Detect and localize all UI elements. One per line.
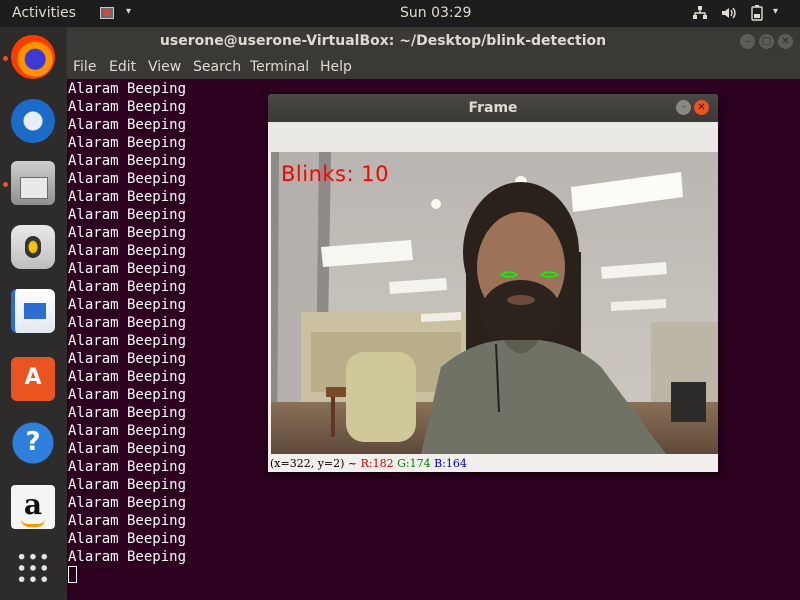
menu-terminal[interactable]: Terminal [250, 59, 309, 75]
system-menu-arrow-icon[interactable]: ▾ [773, 6, 778, 17]
terminal-titlebar[interactable]: userone@userone-VirtualBox: ~/Desktop/bl… [67, 27, 800, 55]
menu-help[interactable]: Help [320, 59, 352, 75]
amazon-icon[interactable]: a [11, 485, 55, 529]
frame-title: Frame [468, 100, 518, 116]
terminal-line: Alaram Beeping [68, 243, 187, 259]
terminal-line: Alaram Beeping [68, 297, 187, 313]
webcam-frame[interactable]: Blinks: 10 [271, 152, 718, 454]
help-icon[interactable]: ? [11, 421, 55, 465]
terminal-line: Alaram Beeping [68, 99, 187, 115]
terminal-line: Alaram Beeping [68, 477, 187, 493]
show-applications-icon[interactable] [16, 551, 50, 585]
network-icon[interactable] [692, 5, 708, 25]
terminal-line: Alaram Beeping [68, 531, 187, 547]
terminal-line: Alaram Beeping [68, 351, 187, 367]
frame-statusbar: (x=322, y=2) ~ R:182 G:174 B:164 [268, 455, 718, 472]
cursor-icon [68, 566, 77, 583]
running-indicator [3, 182, 8, 187]
terminal-line: Alaram Beeping [68, 405, 187, 421]
terminal-line: Alaram Beeping [68, 441, 187, 457]
close-icon[interactable]: ✕ [778, 34, 793, 49]
terminal-line: Alaram Beeping [68, 459, 187, 475]
maximize-icon[interactable]: □ [759, 34, 774, 49]
terminal-line: Alaram Beeping [68, 117, 187, 133]
terminal-line: Alaram Beeping [68, 81, 187, 97]
terminal-line: Alaram Beeping [68, 423, 187, 439]
volume-icon[interactable] [720, 5, 738, 25]
terminal-line: Alaram Beeping [68, 549, 187, 565]
dock: A ? a [0, 27, 67, 600]
minimize-icon[interactable]: – [740, 34, 755, 49]
status-blue: B:164 [434, 457, 467, 470]
running-indicator [3, 56, 8, 61]
blink-counter: Blinks: 10 [281, 162, 389, 186]
terminal-line: Alaram Beeping [68, 207, 187, 223]
app-menu-icon[interactable] [100, 7, 114, 19]
frame-toolbar [268, 122, 718, 152]
terminal-line: Alaram Beeping [68, 135, 187, 151]
status-red: R:182 [360, 457, 394, 470]
menu-view[interactable]: View [148, 59, 181, 75]
amazon-glyph: a [23, 488, 43, 521]
ubuntu-software-icon[interactable]: A [11, 357, 55, 401]
firefox-icon[interactable] [11, 35, 55, 79]
software-glyph: A [24, 365, 42, 390]
status-green: G:174 [397, 457, 431, 470]
terminal-line: Alaram Beeping [68, 495, 187, 511]
frame-window[interactable]: Frame – ✕ Blinks: 10 (x=322, y=2) ~ R:18… [268, 94, 718, 472]
status-coords: (x=322, y=2) ~ [270, 457, 358, 470]
terminal-line: Alaram Beeping [68, 387, 187, 403]
terminal-line: Alaram Beeping [68, 369, 187, 385]
terminal-line: Alaram Beeping [68, 261, 187, 277]
terminal-line: Alaram Beeping [68, 513, 187, 529]
terminal-line: Alaram Beeping [68, 189, 187, 205]
terminal-line: Alaram Beeping [68, 315, 187, 331]
top-panel: Activities ▾ Sun 03:29 ▾ [0, 0, 800, 27]
terminal-prompt[interactable] [68, 566, 186, 585]
menu-search[interactable]: Search [193, 59, 241, 75]
help-glyph: ? [25, 427, 41, 457]
close-icon[interactable]: ✕ [694, 100, 709, 115]
terminal-line: Alaram Beeping [68, 153, 187, 169]
terminal-line: Alaram Beeping [68, 171, 187, 187]
menu-file[interactable]: File [73, 59, 96, 75]
menu-edit[interactable]: Edit [109, 59, 136, 75]
rhythmbox-icon[interactable] [11, 225, 55, 269]
terminal-output[interactable]: Alaram Beeping Alaram Beeping Alaram Beepi… [68, 80, 186, 585]
clock[interactable]: Sun 03:29 [400, 5, 471, 21]
terminal-title: userone@userone-VirtualBox: ~/Desktop/bl… [159, 33, 607, 49]
minimize-icon[interactable]: – [676, 100, 691, 115]
terminal-line: Alaram Beeping [68, 333, 187, 349]
webcam-image [271, 152, 718, 454]
libreoffice-writer-icon[interactable] [11, 289, 55, 333]
activities-button[interactable]: Activities [12, 5, 76, 21]
chevron-down-icon[interactable]: ▾ [126, 6, 131, 17]
terminal-line: Alaram Beeping [68, 225, 187, 241]
battery-icon[interactable] [750, 5, 764, 25]
thunderbird-icon[interactable] [11, 99, 55, 143]
frame-titlebar[interactable]: Frame – ✕ [268, 94, 718, 122]
terminal-line: Alaram Beeping [68, 279, 187, 295]
terminal-menubar: File Edit View Search Terminal Help [67, 55, 800, 79]
files-icon[interactable] [11, 161, 55, 205]
